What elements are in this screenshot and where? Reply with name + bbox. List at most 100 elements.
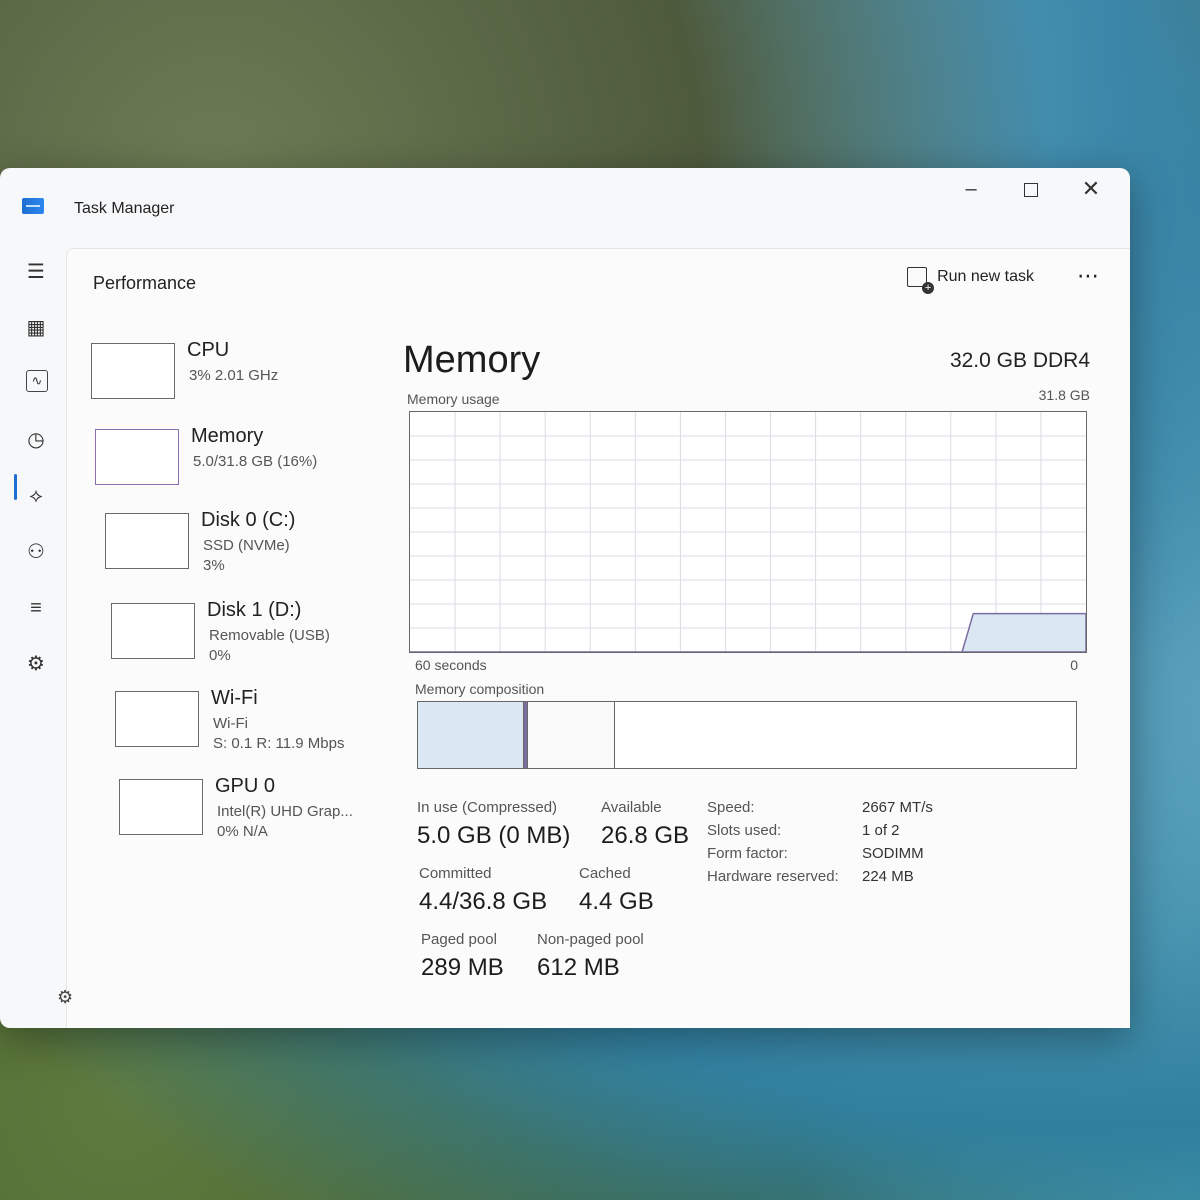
- window-title: Task Manager: [74, 200, 175, 217]
- memory-composition-label: Memory composition: [415, 681, 545, 697]
- stat-value: 4.4/36.8 GB: [419, 888, 548, 915]
- details-icon[interactable]: ≡: [22, 594, 50, 622]
- device-item-disk0[interactable]: Disk 0 (C:) SSD (NVMe) 3%: [105, 509, 405, 579]
- stat-non-paged-pool: Non-paged pool 612 MB: [537, 931, 644, 982]
- memory-stats: In use (Compressed) 5.0 GB (0 MB) Availa…: [417, 799, 1077, 999]
- app-history-icon[interactable]: ◷: [22, 426, 50, 454]
- stat-available: Available 26.8 GB: [601, 799, 689, 850]
- detail-row: Speed: 2667 MT/s: [707, 799, 1047, 822]
- task-manager-app-icon: [22, 198, 44, 214]
- performance-page: Performance Run new task ⋯ CPU 3% 2.01 G…: [57, 248, 1130, 1028]
- stat-label: In use (Compressed): [417, 799, 558, 816]
- graph-axis-start: 60 seconds: [415, 657, 487, 673]
- wifi-thumbnail-graph: [115, 691, 199, 747]
- device-sub2: 0%: [209, 647, 231, 664]
- device-name: CPU: [187, 339, 230, 361]
- disk0-thumbnail-graph: [105, 513, 189, 569]
- startup-apps-icon[interactable]: ⟡: [22, 482, 50, 510]
- detail-key: Hardware reserved:: [707, 868, 839, 885]
- task-manager-window: Task Manager – ✕ ☰ ▦ ∿ ◷ ⟡ ⚇ ≡ ⚙ Perform…: [0, 168, 1130, 1028]
- device-item-cpu[interactable]: CPU 3% 2.01 GHz: [91, 339, 391, 409]
- title-bar[interactable]: Task Manager – ✕: [0, 168, 1130, 228]
- page-title: Performance: [93, 273, 197, 293]
- memory-hardware-details: Speed: 2667 MT/s Slots used: 1 of 2 Form f…: [707, 799, 1047, 891]
- memory-usage-chart: [410, 412, 1086, 652]
- maximize-button[interactable]: [1008, 174, 1054, 204]
- detail-key: Form factor:: [707, 845, 788, 862]
- cpu-thumbnail-graph: [91, 343, 175, 399]
- device-sub1: Wi-Fi: [213, 715, 248, 732]
- memory-usage-label: Memory usage: [407, 391, 500, 407]
- detail-value: SODIMM: [862, 845, 924, 862]
- run-new-task-label: Run new task: [937, 268, 1034, 285]
- device-sub2: 3%: [203, 557, 225, 574]
- gpu0-thumbnail-graph: [119, 779, 203, 835]
- memory-type: 32.0 GB DDR4: [949, 349, 1090, 372]
- composition-standby: [528, 702, 615, 768]
- nav-active-indicator: [14, 474, 17, 500]
- stat-label: Committed: [419, 865, 492, 882]
- detail-row: Form factor: SODIMM: [707, 845, 1047, 868]
- device-name: Disk 1 (D:): [207, 599, 302, 621]
- composition-in-use: [418, 702, 525, 768]
- device-name: Disk 0 (C:): [201, 509, 296, 531]
- performance-icon[interactable]: ∿: [26, 370, 48, 392]
- services-icon[interactable]: ⚙: [22, 650, 50, 678]
- memory-usage-area: [410, 612, 1086, 652]
- detail-key: Slots used:: [707, 822, 782, 839]
- maximize-icon: [1024, 182, 1038, 197]
- more-options-button[interactable]: ⋯: [1077, 263, 1100, 289]
- nav-rail: ☰ ▦ ∿ ◷ ⟡ ⚇ ≡ ⚙: [0, 258, 66, 1028]
- device-sub2: 0% N/A: [217, 823, 268, 840]
- stat-committed: Committed 4.4/36.8 GB: [419, 865, 547, 916]
- device-sub1: 5.0/31.8 GB (16%): [193, 453, 318, 470]
- stat-value: 4.4 GB: [579, 888, 654, 915]
- stat-value: 289 MB: [421, 954, 504, 981]
- device-item-gpu0[interactable]: GPU 0 Intel(R) UHD Grap... 0% N/A: [119, 775, 419, 845]
- stat-value: 5.0 GB (0 MB): [417, 822, 571, 849]
- stat-label: Paged pool: [421, 931, 497, 948]
- stat-label: Non-paged pool: [537, 931, 644, 948]
- stat-cached: Cached 4.4 GB: [579, 865, 654, 916]
- memory-heading: Memory: [403, 339, 541, 381]
- device-sub1: SSD (NVMe): [203, 537, 290, 554]
- device-sub1: 3% 2.01 GHz: [189, 367, 279, 384]
- memory-usage-max: 31.8 GB: [1038, 387, 1090, 403]
- device-item-wifi[interactable]: Wi-Fi Wi-Fi S: 0.1 R: 11.9 Mbps: [115, 687, 415, 757]
- device-sub1: Intel(R) UHD Grap...: [217, 803, 353, 820]
- detail-value: 224 MB: [862, 868, 914, 885]
- stat-label: Cached: [579, 865, 631, 882]
- device-name: Memory: [191, 425, 264, 447]
- close-button[interactable]: ✕: [1068, 174, 1114, 204]
- device-item-memory[interactable]: Memory 5.0/31.8 GB (16%): [95, 425, 395, 495]
- graph-axis-end: 0: [1070, 657, 1078, 673]
- menu-icon[interactable]: ☰: [22, 258, 50, 286]
- minimize-button[interactable]: –: [948, 174, 994, 204]
- device-sub1: Removable (USB): [209, 627, 330, 644]
- detail-row: Hardware reserved: 224 MB: [707, 868, 1047, 891]
- composition-free: [615, 702, 1076, 768]
- run-task-icon: [907, 267, 935, 294]
- run-new-task-button[interactable]: Run new task: [907, 267, 1034, 294]
- device-item-disk1[interactable]: Disk 1 (D:) Removable (USB) 0%: [111, 599, 411, 669]
- stat-value: 612 MB: [537, 954, 620, 981]
- stat-paged-pool: Paged pool 289 MB: [421, 931, 504, 982]
- processes-icon[interactable]: ▦: [22, 314, 50, 342]
- detail-value: 1 of 2: [862, 822, 900, 839]
- stat-label: Available: [601, 799, 662, 816]
- detail-key: Speed:: [707, 799, 755, 816]
- stat-in-use: In use (Compressed) 5.0 GB (0 MB): [417, 799, 570, 850]
- memory-detail-panel: Memory 32.0 GB DDR4 Memory usage 31.8 GB…: [403, 339, 1090, 1008]
- settings-icon[interactable]: ⚙: [57, 987, 73, 1008]
- memory-thumbnail-graph: [95, 429, 179, 485]
- device-name: GPU 0: [215, 775, 276, 797]
- device-name: Wi-Fi: [211, 687, 258, 709]
- stat-value: 26.8 GB: [601, 822, 690, 849]
- memory-usage-graph: [409, 411, 1087, 653]
- detail-row: Slots used: 1 of 2: [707, 822, 1047, 845]
- device-sub2: S: 0.1 R: 11.9 Mbps: [213, 735, 345, 752]
- disk1-thumbnail-graph: [111, 603, 195, 659]
- users-icon[interactable]: ⚇: [22, 538, 50, 566]
- detail-value: 2667 MT/s: [862, 799, 933, 816]
- memory-composition-bar: [417, 701, 1077, 769]
